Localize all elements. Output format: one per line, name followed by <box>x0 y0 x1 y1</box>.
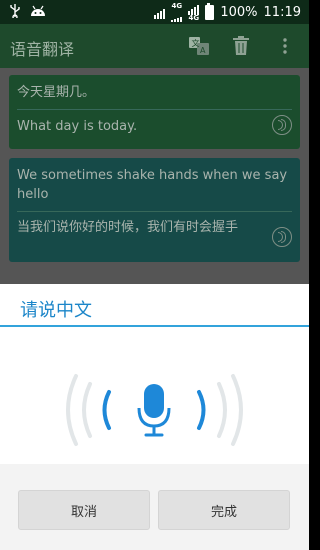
conversation-card[interactable]: 今天星期几。 What day is today. <box>9 75 300 149</box>
signal-icon <box>154 7 166 19</box>
card-divider <box>17 109 292 110</box>
network-type: 4G <box>188 14 200 22</box>
dialog-title: 请说中文 <box>20 300 92 321</box>
translated-text: What day is today. <box>17 119 138 134</box>
source-text: 今天星期几。 <box>17 85 96 100</box>
translated-text: 当我们说你好的时候，我们有时会握手 <box>17 220 239 235</box>
done-button[interactable]: 完成 <box>158 490 290 530</box>
svg-text:文: 文 <box>192 38 200 48</box>
network-indicator-3: 4G <box>188 3 200 22</box>
signal-icon <box>171 10 183 22</box>
network-type: 4G <box>171 2 183 10</box>
voice-visualizer <box>0 370 309 450</box>
app-title: 语音翻译 <box>10 40 75 59</box>
source-text: We sometimes shake hands when we say hel… <box>17 168 288 202</box>
android-icon <box>30 5 46 21</box>
more-vert-icon[interactable] <box>273 34 297 58</box>
card-divider <box>17 211 292 212</box>
svg-text:A: A <box>200 46 206 55</box>
voice-input-dialog: 请说中文 取消 完成 <box>0 284 309 550</box>
status-bar: 4G 4G 100% 11:19 <box>0 0 309 24</box>
network-indicator-2: 4G <box>171 2 183 22</box>
speaker-icon[interactable] <box>272 227 292 247</box>
dialog-footer: 取消 完成 <box>0 464 309 550</box>
dialog-title-divider <box>0 325 309 327</box>
app-bar: 语音翻译 文 A <box>0 24 309 68</box>
cancel-button[interactable]: 取消 <box>18 490 150 530</box>
screen: 4G 4G 100% 11:19 语音翻译 文 A 今天星期几。 What da… <box>0 0 309 550</box>
status-right: 4G 4G 100% 11:19 <box>154 3 301 22</box>
battery-icon <box>205 3 215 20</box>
network-indicator-1 <box>154 7 166 19</box>
microphone-icon <box>137 384 171 437</box>
conversation-card[interactable]: We sometimes shake hands when we say hel… <box>9 158 300 262</box>
trash-icon[interactable] <box>229 34 253 58</box>
speaker-icon[interactable] <box>272 115 292 135</box>
clock: 11:19 <box>263 5 301 20</box>
usb-icon <box>10 4 20 22</box>
translate-icon[interactable]: 文 A <box>187 34 211 58</box>
battery-percent: 100% <box>220 5 258 20</box>
status-left <box>10 4 46 22</box>
